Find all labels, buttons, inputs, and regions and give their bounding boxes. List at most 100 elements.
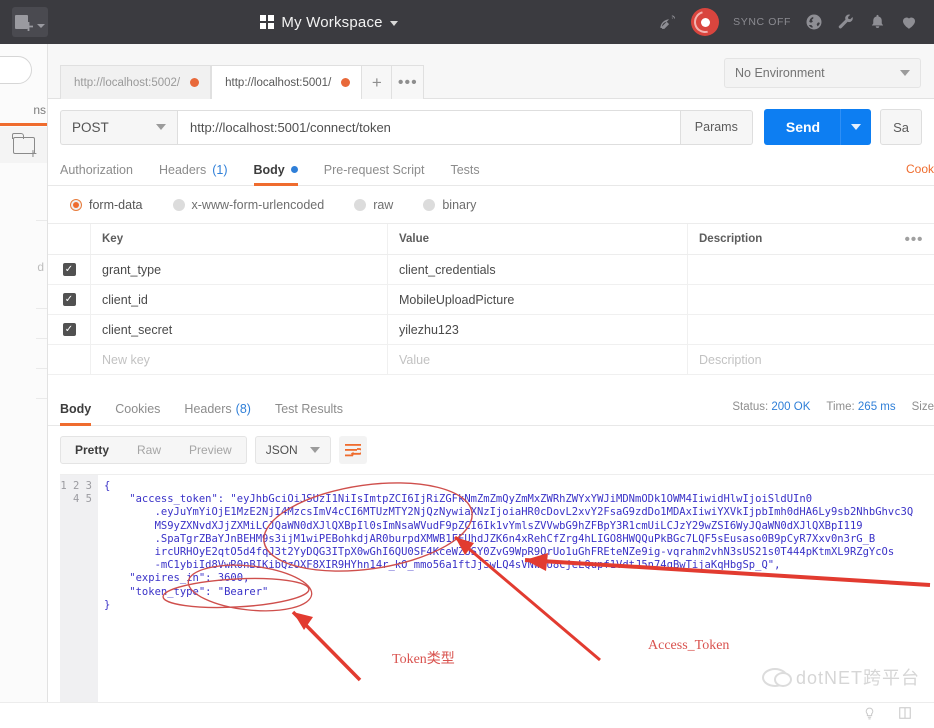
radio-form-data[interactable]: form-data: [70, 198, 143, 212]
http-method-select[interactable]: POST: [60, 110, 177, 145]
row-value[interactable]: yilezhu123: [388, 315, 688, 344]
tab-label: Cookies: [115, 402, 160, 416]
sidebar-tab-label[interactable]: ns: [0, 96, 48, 124]
send-button[interactable]: Send: [764, 109, 871, 145]
row-description[interactable]: [688, 255, 894, 284]
tab-options-button[interactable]: •••: [392, 65, 424, 99]
left-sidebar: ns d: [0, 44, 48, 728]
column-header-key: Key: [91, 224, 388, 254]
radio-icon: [173, 199, 185, 211]
row-key[interactable]: client_id: [91, 285, 388, 314]
radio-binary[interactable]: binary: [423, 198, 476, 212]
params-button[interactable]: Params: [681, 110, 753, 145]
response-format-label: JSON: [266, 443, 298, 457]
tab-label: Headers: [159, 163, 206, 177]
satellite-dish-icon[interactable]: [658, 13, 677, 32]
body-type-radios: form-data x-www-form-urlencoded raw bina…: [48, 187, 934, 224]
request-url-input[interactable]: http://localhost:5001/connect/token: [177, 110, 681, 145]
save-button[interactable]: Sa: [880, 109, 922, 145]
sidebar-divider: [36, 220, 48, 221]
tab-label: Pre-request Script: [324, 163, 425, 177]
new-row-value-input[interactable]: Value: [388, 345, 688, 374]
status-group: Status: 200 OK: [732, 401, 810, 413]
tab-headers[interactable]: Headers (1): [159, 154, 228, 186]
new-folder-button[interactable]: [0, 127, 48, 163]
bulb-icon[interactable]: [863, 706, 876, 726]
row-description[interactable]: [688, 315, 894, 344]
table-row[interactable]: grant_type client_credentials: [48, 255, 934, 285]
new-folder-icon: [13, 137, 35, 154]
time-label: Time:: [826, 401, 854, 413]
chevron-down-icon: [900, 70, 910, 76]
sync-status-label: SYNC OFF: [733, 16, 791, 28]
chevron-down-icon: [156, 124, 166, 130]
row-checkbox[interactable]: [63, 323, 76, 336]
response-tab-test-results[interactable]: Test Results: [275, 392, 343, 426]
watermark-text: dotNET跨平台: [796, 664, 920, 690]
response-tab-body[interactable]: Body: [60, 392, 91, 426]
tab-label: Test Results: [275, 402, 343, 416]
view-mode-raw[interactable]: Raw: [123, 437, 175, 463]
heart-icon[interactable]: [900, 13, 918, 31]
bell-icon[interactable]: [869, 13, 886, 31]
send-options-button[interactable]: [841, 124, 871, 130]
layout-icon[interactable]: [898, 706, 912, 725]
word-wrap-button[interactable]: [339, 436, 367, 464]
radio-raw[interactable]: raw: [354, 198, 393, 212]
tab-body[interactable]: Body: [254, 154, 298, 186]
table-row[interactable]: client_id MobileUploadPicture: [48, 285, 934, 315]
table-options-button[interactable]: •••: [894, 231, 934, 248]
column-header-description: Description: [688, 224, 894, 254]
tab-pre-request-script[interactable]: Pre-request Script: [324, 154, 425, 186]
radio-x-www-form-urlencoded[interactable]: x-www-form-urlencoded: [173, 198, 325, 212]
gutter-line-numbers: 1 2 3 4 5: [60, 480, 92, 505]
workspace-title: My Workspace: [281, 14, 382, 31]
view-mode-pretty[interactable]: Pretty: [61, 437, 123, 463]
wrench-icon[interactable]: [837, 13, 855, 31]
request-url-value: http://localhost:5001/connect/token: [190, 120, 391, 135]
table-row[interactable]: client_secret yilezhu123: [48, 315, 934, 345]
sidebar-divider: [36, 368, 48, 369]
tab-authorization[interactable]: Authorization: [60, 154, 133, 186]
response-tab-cookies[interactable]: Cookies: [115, 392, 160, 426]
send-button-label: Send: [764, 119, 840, 135]
response-format-select[interactable]: JSON: [255, 436, 331, 464]
new-row-key-input[interactable]: New key: [91, 345, 388, 374]
response-meta: Status: 200 OK Time: 265 ms Size: [732, 401, 934, 413]
workspace-selector[interactable]: My Workspace: [0, 14, 658, 31]
table-header-row: Key Value Description •••: [48, 224, 934, 255]
add-tab-button[interactable]: +: [362, 65, 392, 99]
response-view-toolbar: Pretty Raw Preview JSON: [48, 427, 934, 473]
top-header-bar: My Workspace SYNC OFF: [0, 0, 934, 44]
globe-icon[interactable]: [805, 13, 823, 31]
unsaved-dot-icon: [341, 78, 350, 87]
row-checkbox[interactable]: [63, 263, 76, 276]
response-tab-headers[interactable]: Headers (8): [184, 392, 251, 426]
tab-tests[interactable]: Tests: [450, 154, 479, 186]
row-key[interactable]: grant_type: [91, 255, 388, 284]
new-row-description-input[interactable]: Description: [688, 345, 894, 374]
row-description[interactable]: [688, 285, 894, 314]
row-value[interactable]: MobileUploadPicture: [388, 285, 688, 314]
radio-icon: [354, 199, 366, 211]
tab-count: (8): [236, 402, 251, 416]
request-tab[interactable]: http://localhost:5002/: [60, 65, 211, 99]
sidebar-muted-label: d: [0, 260, 48, 274]
radio-label: x-www-form-urlencoded: [192, 198, 325, 212]
table-new-row[interactable]: New key Value Description: [48, 345, 934, 375]
row-checkbox[interactable]: [63, 293, 76, 306]
request-tab-active[interactable]: http://localhost:5001/: [211, 65, 362, 99]
environment-selector[interactable]: No Environment: [724, 58, 921, 88]
row-key[interactable]: client_secret: [91, 315, 388, 344]
sync-status-icon[interactable]: [691, 8, 719, 36]
tab-label: Tests: [450, 163, 479, 177]
code-content: { "access_token": "eyJhbGciOiJSUzI1NiIsI…: [98, 475, 934, 728]
tab-label: Headers: [184, 402, 231, 416]
row-value[interactable]: client_credentials: [388, 255, 688, 284]
sidebar-search-input[interactable]: [0, 56, 32, 84]
response-tab-bar: Body Cookies Headers (8) Test Results St…: [48, 392, 934, 426]
chevron-down-icon: [851, 124, 861, 130]
view-mode-preview[interactable]: Preview: [175, 437, 246, 463]
column-header-value: Value: [388, 224, 688, 254]
cookies-link[interactable]: Cook: [906, 162, 934, 176]
